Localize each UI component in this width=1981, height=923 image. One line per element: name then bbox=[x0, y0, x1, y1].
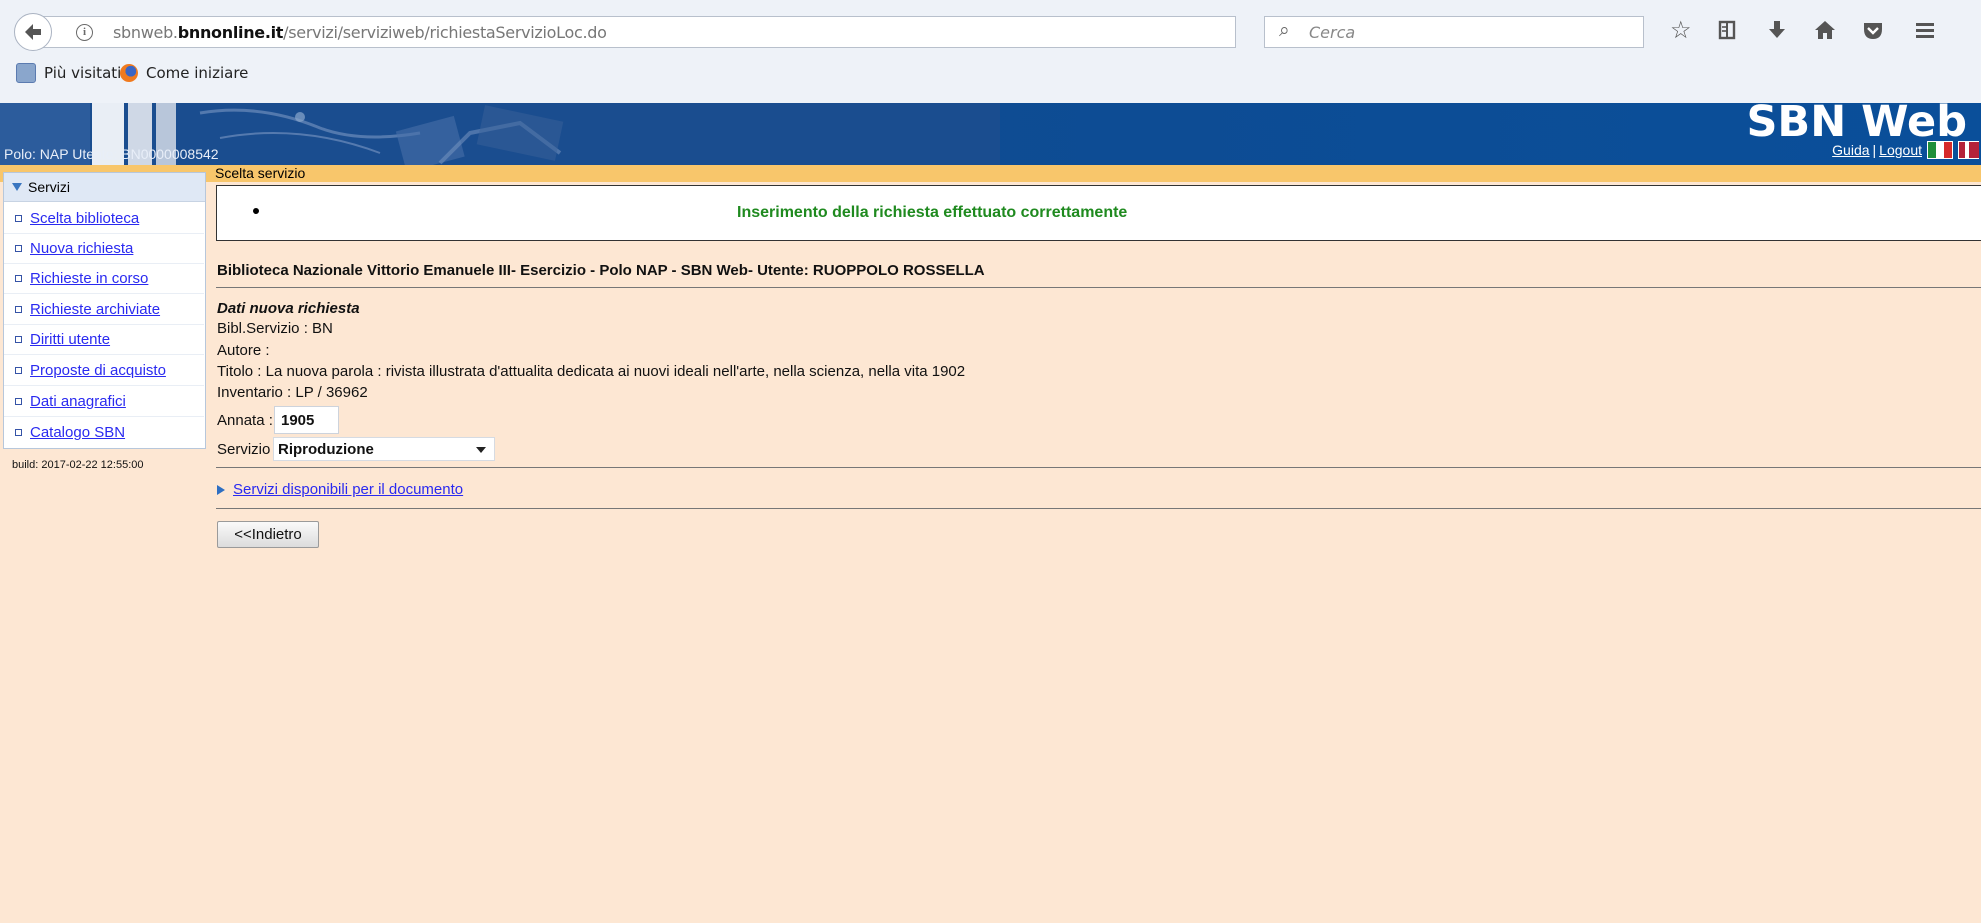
square-bullet-icon bbox=[15, 306, 22, 313]
english-flag-icon[interactable] bbox=[1958, 141, 1979, 159]
reading-list-icon[interactable] bbox=[1716, 19, 1738, 46]
logout-link[interactable]: Logout bbox=[1879, 142, 1922, 158]
back-arrow-icon[interactable] bbox=[14, 13, 52, 51]
build-info: build: 2017-02-22 12:55:00 bbox=[12, 459, 144, 471]
autore: Autore : bbox=[217, 342, 270, 359]
home-icon[interactable] bbox=[1814, 19, 1836, 46]
url-text[interactable]: sbnweb.bnnonline.it/servizi/serviziweb/r… bbox=[113, 23, 607, 42]
sidebar-header-label: Servizi bbox=[28, 179, 71, 195]
navigation-toolbar: i sbnweb.bnnonline.it/servizi/serviziweb… bbox=[0, 11, 1981, 51]
success-message: Inserimento della richiesta effettuato c… bbox=[737, 204, 1128, 221]
sidebar-item-scelta-biblioteca[interactable]: Scelta biblioteca bbox=[4, 204, 204, 234]
bookmark-come-iniziare[interactable]: Come iniziare bbox=[120, 60, 248, 86]
search-icon: ⌕ bbox=[1279, 20, 1290, 41]
titolo: Titolo : La nuova parola : rivista illus… bbox=[217, 363, 966, 380]
caret-down-icon bbox=[12, 183, 22, 191]
info-icon[interactable]: i bbox=[76, 24, 93, 41]
download-icon[interactable] bbox=[1766, 19, 1788, 46]
annata-label: Annata : bbox=[217, 412, 273, 429]
sidebar-item-richieste-in-corso[interactable]: Richieste in corso bbox=[4, 264, 204, 294]
divider bbox=[216, 508, 1981, 509]
square-bullet-icon bbox=[15, 215, 22, 222]
sidebar-link[interactable]: Proposte di acquisto bbox=[30, 362, 166, 379]
star-icon[interactable]: ☆ bbox=[1670, 19, 1692, 43]
square-bullet-icon bbox=[15, 245, 22, 252]
menu-icon[interactable] bbox=[1914, 19, 1936, 46]
sidebar-link[interactable]: Richieste archiviate bbox=[30, 301, 160, 318]
servizio-label: Servizio bbox=[217, 441, 271, 458]
top-links: Guida | Logout bbox=[1832, 141, 1979, 159]
sidebar-item-proposte-di-acquisto[interactable]: Proposte di acquisto bbox=[4, 356, 204, 386]
firefox-icon bbox=[120, 64, 138, 82]
italian-flag-icon[interactable] bbox=[1927, 141, 1953, 159]
search-box[interactable]: ⌕ bbox=[1264, 16, 1644, 48]
pocket-icon[interactable] bbox=[1862, 19, 1884, 46]
sidebar-link[interactable]: Diritti utente bbox=[30, 331, 110, 348]
link-separator: | bbox=[1872, 142, 1877, 158]
divider bbox=[216, 287, 1981, 288]
sidebar-item-catalogo-sbn[interactable]: Catalogo SBN bbox=[4, 418, 204, 447]
section-bar: Scelta servizio bbox=[0, 165, 1981, 182]
sidebar-item-diritti-utente[interactable]: Diritti utente bbox=[4, 325, 204, 355]
back-button[interactable]: <<Indietro bbox=[217, 521, 319, 548]
inventario: Inventario : LP / 36962 bbox=[217, 384, 368, 401]
tab-scelta-servizio[interactable]: Scelta servizio bbox=[215, 165, 305, 181]
square-bullet-icon bbox=[15, 367, 22, 374]
header-banner: SBN Web Polo: NAP Utente: BN0000008542 G… bbox=[0, 103, 1981, 165]
browser-chrome: i sbnweb.bnnonline.it/servizi/serviziweb… bbox=[0, 0, 1981, 104]
bookmark-label: Come iniziare bbox=[146, 64, 249, 82]
bookmark-folder-icon bbox=[16, 63, 36, 83]
servizio-select[interactable]: Riproduzione bbox=[273, 437, 495, 461]
bibl-servizio: Bibl.Servizio : BN bbox=[217, 320, 333, 337]
success-message-box: Inserimento della richiesta effettuato c… bbox=[216, 185, 1981, 241]
sidebar-item-dati-anagrafici[interactable]: Dati anagrafici bbox=[4, 387, 204, 417]
servizio-selected-value: Riproduzione bbox=[278, 440, 374, 458]
triangle-right-icon bbox=[217, 484, 225, 495]
url-prefix: sbnweb. bbox=[113, 23, 178, 42]
guida-link[interactable]: Guida bbox=[1832, 142, 1869, 158]
sidebar-header[interactable]: Servizi bbox=[4, 173, 205, 202]
sidebar: Servizi Scelta biblioteca Nuova richiest… bbox=[3, 172, 206, 449]
bookmark-piu-visitati[interactable]: Più visitati bbox=[16, 60, 121, 86]
dropdown-arrow-icon bbox=[476, 447, 486, 453]
servizi-disponibili-toggle[interactable]: Servizi disponibili per il documento bbox=[217, 481, 463, 498]
square-bullet-icon bbox=[15, 275, 22, 282]
square-bullet-icon bbox=[15, 336, 22, 343]
bookmark-label: Più visitati bbox=[44, 64, 122, 82]
url-domain: bnnonline.it bbox=[177, 23, 284, 42]
bullet-icon bbox=[253, 208, 259, 214]
square-bullet-icon bbox=[15, 398, 22, 405]
library-user-line: Biblioteca Nazionale Vittorio Emanuele I… bbox=[217, 262, 985, 279]
annata-input[interactable] bbox=[274, 406, 339, 434]
sidebar-link[interactable]: Catalogo SBN bbox=[30, 424, 125, 441]
sidebar-item-nuova-richiesta[interactable]: Nuova richiesta bbox=[4, 234, 204, 264]
divider bbox=[216, 467, 1981, 468]
sidebar-link[interactable]: Scelta biblioteca bbox=[30, 210, 139, 227]
sidebar-link[interactable]: Nuova richiesta bbox=[30, 240, 133, 257]
url-path: /servizi/serviziweb/richiestaServizioLoc… bbox=[283, 23, 607, 42]
section-title: Dati nuova richiesta bbox=[217, 300, 360, 317]
address-bar[interactable]: i sbnweb.bnnonline.it/servizi/serviziweb… bbox=[40, 16, 1285, 49]
sidebar-link[interactable]: Dati anagrafici bbox=[30, 393, 126, 410]
sidebar-item-richieste-archiviate[interactable]: Richieste archiviate bbox=[4, 295, 204, 325]
square-bullet-icon bbox=[15, 429, 22, 436]
user-info: Polo: NAP Utente: BN0000008542 bbox=[4, 146, 219, 162]
servizi-disponibili-link[interactable]: Servizi disponibili per il documento bbox=[233, 481, 463, 498]
sidebar-link[interactable]: Richieste in corso bbox=[30, 270, 148, 287]
search-input[interactable] bbox=[1309, 21, 1629, 43]
